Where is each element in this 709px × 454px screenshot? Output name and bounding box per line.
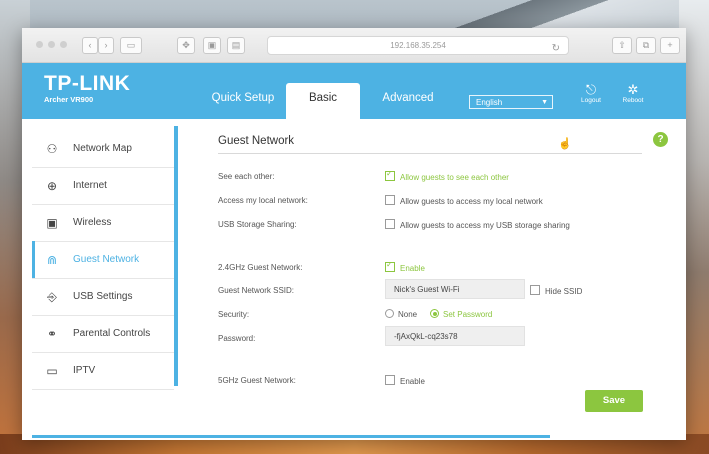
checkbox-text: Allow guests to see each other (400, 173, 509, 182)
logout-button[interactable]: ⎋ Logout (576, 82, 606, 105)
checkbox-text: Allow guests to access my USB storage sh… (400, 221, 570, 230)
wireless-icon: ▣ (46, 216, 58, 230)
sidebar-item-wireless[interactable]: ▣ Wireless (32, 204, 174, 242)
logout-label: Logout (581, 97, 601, 104)
sidebar-toggle-button[interactable]: ▭ (120, 37, 142, 54)
sidebar-item-label: Guest Network (73, 254, 140, 265)
tabs-icon[interactable]: ⧉ (636, 37, 656, 54)
guest-network-icon: ⋒ (46, 253, 58, 267)
checkbox-box (385, 169, 395, 181)
tplink-logo: TP-LINK Archer VR900 (44, 73, 130, 105)
local-network-checkbox[interactable]: Allow guests to access my local network (385, 195, 543, 206)
radio-circle (385, 309, 394, 318)
browser-toolbar: ‹ › ▭ ✥ ▣ ▤ 192.168.35.254 ↻ ⇧ ⧉ + (22, 28, 686, 63)
sidebar-item-label: Network Map (73, 143, 132, 154)
reader-icon[interactable]: ▣ (203, 37, 221, 54)
language-value: English (476, 98, 503, 107)
network-map-icon: ⚇ (46, 142, 58, 156)
tab-advanced[interactable]: Advanced (374, 83, 442, 119)
checkbox-box (385, 375, 395, 385)
sidebar-rail (174, 126, 178, 386)
sidebar-item-label: Wireless (73, 217, 112, 228)
sidebar-item-label: USB Settings (73, 291, 133, 302)
sidebar-item-parental-controls[interactable]: ⚭ Parental Controls (32, 315, 174, 353)
desktop-mountain (379, 0, 679, 30)
guest-network-panel: Guest Network ☝ ? See each other: Allow … (187, 126, 683, 426)
reboot-icon: ✲ (627, 82, 639, 97)
parental-controls-icon: ⚭ (46, 327, 58, 341)
model-name: Archer VR900 (44, 95, 94, 104)
forward-button[interactable]: › (98, 37, 114, 54)
sidebar-item-iptv[interactable]: ▭ IPTV (32, 352, 174, 390)
page-title: Guest Network (218, 135, 295, 147)
radio-circle (430, 309, 439, 318)
radio-text: Set Password (443, 310, 493, 319)
security-label: Security: (218, 310, 250, 319)
sidebar-item-label: Parental Controls (73, 328, 151, 339)
security-set-password-radio[interactable]: Set Password (430, 309, 492, 319)
tab-basic[interactable]: Basic (286, 83, 360, 119)
checkbox-text: Enable (400, 264, 425, 273)
language-select[interactable]: English ▼ (469, 95, 553, 109)
window-controls (36, 41, 67, 48)
guest5-label: 5GHz Guest Network: (218, 376, 296, 385)
back-button[interactable]: ‹ (82, 37, 98, 54)
usb-sharing-checkbox[interactable]: Allow guests to access my USB storage sh… (385, 219, 570, 230)
sidebar-item-network-map[interactable]: ⚇ Network Map (32, 130, 174, 168)
checkbox-box (385, 219, 395, 229)
guest24-label: 2.4GHz Guest Network: (218, 263, 303, 272)
iptv-icon: ▭ (46, 364, 58, 378)
ssid-input[interactable]: Nick's Guest Wi-Fi (385, 279, 525, 299)
password-label: Password: (218, 334, 256, 343)
checkbox-box (385, 260, 395, 272)
sidebar-item-guest-network[interactable]: ⋒ Guest Network (32, 241, 174, 279)
tab-quick-setup[interactable]: Quick Setup (208, 83, 278, 119)
bottom-accent-bar (32, 435, 550, 438)
checkbox-box (530, 285, 540, 295)
globe-icon: ⊕ (46, 179, 58, 193)
router-header: TP-LINK Archer VR900 Quick Setup Basic A… (22, 63, 686, 119)
reboot-label: Reboot (622, 97, 644, 104)
grid-icon[interactable]: ✥ (177, 37, 195, 54)
guest5-enable-checkbox[interactable]: Enable (385, 375, 425, 386)
checkbox-box (385, 195, 395, 205)
checkbox-text: Enable (400, 377, 425, 386)
share-icon[interactable]: ⇧ (612, 37, 632, 54)
security-none-radio[interactable]: None (385, 309, 417, 319)
see-each-other-checkbox[interactable]: Allow guests to see each other (385, 169, 509, 182)
save-button[interactable]: Save (585, 390, 643, 412)
sidebar-item-usb-settings[interactable]: ⎆ USB Settings (32, 278, 174, 316)
minimize-window-button[interactable] (48, 41, 55, 48)
see-each-other-label: See each other: (218, 172, 275, 181)
address-text: 192.168.35.254 (390, 41, 446, 50)
reboot-button[interactable]: ✲ Reboot (618, 82, 648, 105)
sidebar-item-label: IPTV (73, 365, 96, 376)
browser-window: ‹ › ▭ ✥ ▣ ▤ 192.168.35.254 ↻ ⇧ ⧉ + TP-LI… (22, 28, 686, 440)
help-icon[interactable]: ? (653, 132, 668, 147)
title-divider (218, 153, 642, 154)
usb-sharing-label: USB Storage Sharing: (218, 220, 297, 229)
new-tab-button[interactable]: + (660, 37, 680, 54)
reload-icon[interactable]: ↻ (552, 40, 560, 57)
password-input[interactable]: -fjAxQkL-cq23s78 (385, 326, 525, 346)
sidebar-item-label: Internet (73, 180, 107, 191)
zoom-window-button[interactable] (60, 41, 67, 48)
hide-ssid-checkbox[interactable]: Hide SSID (530, 285, 582, 296)
local-network-label: Access my local network: (218, 196, 308, 205)
sidebar-nav: ⚇ Network Map ⊕ Internet ▣ Wireless ⋒ Gu… (32, 126, 178, 390)
chevron-down-icon: ▼ (541, 99, 548, 106)
checkbox-text: Hide SSID (545, 287, 583, 296)
sidebar-item-internet[interactable]: ⊕ Internet (32, 167, 174, 205)
close-window-button[interactable] (36, 41, 43, 48)
guest24-enable-checkbox[interactable]: Enable (385, 260, 425, 273)
brand-name: TP-LINK (44, 72, 131, 95)
radio-text: None (398, 310, 418, 319)
address-bar[interactable]: 192.168.35.254 ↻ (267, 36, 569, 55)
usb-icon: ⎆ (47, 290, 57, 304)
logout-icon: ⎋ (585, 82, 597, 97)
hand-cursor-icon: ☝ (558, 138, 572, 150)
ssid-label: Guest Network SSID: (218, 286, 295, 295)
checkbox-text: Allow guests to access my local network (400, 197, 543, 206)
bookmark-icon[interactable]: ▤ (227, 37, 245, 54)
